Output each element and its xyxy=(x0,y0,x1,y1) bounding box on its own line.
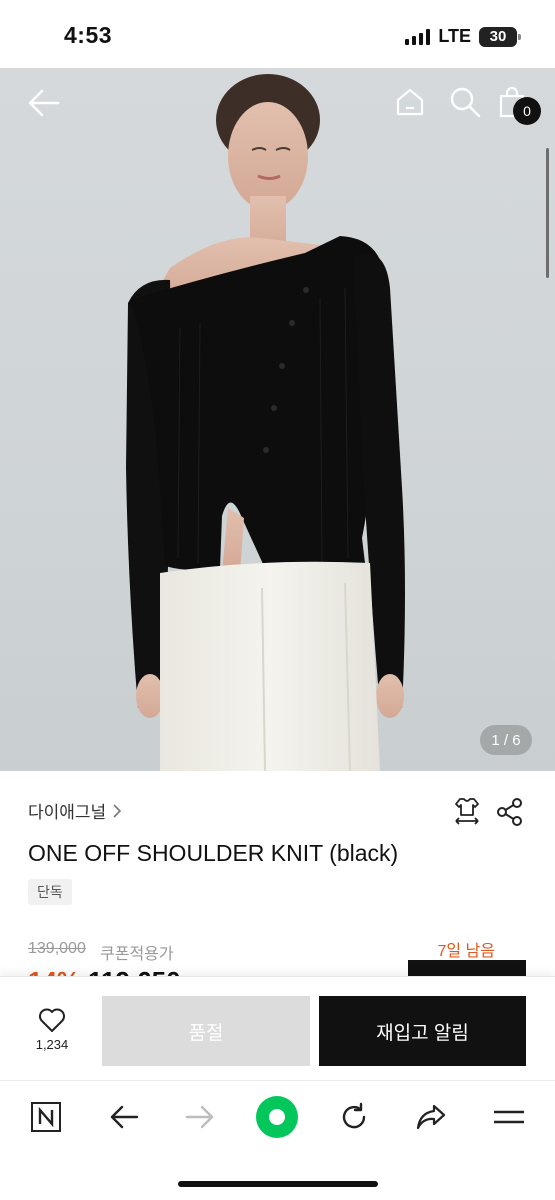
status-indicators: LTE 30 xyxy=(405,26,521,47)
heart-icon xyxy=(39,1008,65,1032)
browser-forward-button[interactable] xyxy=(178,1095,222,1139)
model-photo xyxy=(126,74,405,771)
network-label: LTE xyxy=(438,26,471,46)
image-pager: 1 / 6 xyxy=(480,725,532,755)
browser-back-button[interactable] xyxy=(102,1095,146,1139)
home-indicator[interactable] xyxy=(178,1181,378,1187)
scrollbar[interactable] xyxy=(546,148,549,278)
brand-link[interactable]: 다이애그널 xyxy=(28,798,122,823)
exclusive-badge: 단독 xyxy=(28,879,72,905)
brand-name: 다이애그널 xyxy=(28,803,107,822)
green-dot-button[interactable] xyxy=(253,1093,301,1141)
product-image[interactable] xyxy=(0,68,555,771)
arrow-left-icon[interactable] xyxy=(26,88,60,118)
chevron-right-icon xyxy=(113,803,122,818)
reload-icon xyxy=(342,1102,366,1129)
naver-n-icon xyxy=(31,1102,61,1132)
green-dot-icon xyxy=(256,1096,298,1138)
hamburger-menu-icon xyxy=(494,1110,524,1124)
restock-alert-button[interactable]: 재입고 알림 xyxy=(319,996,526,1066)
cart-count-badge[interactable]: 0 xyxy=(513,97,541,125)
days-left-label: 7일 남음 xyxy=(437,943,495,960)
search-icon[interactable] xyxy=(449,86,481,118)
status-time: 4:53 xyxy=(64,22,113,48)
signal-icon xyxy=(405,28,431,45)
soldout-button[interactable]: 품절 xyxy=(102,996,310,1066)
like-button[interactable]: 1,234 xyxy=(24,1007,80,1067)
share-arrow-icon xyxy=(416,1104,446,1130)
arrow-right-icon xyxy=(185,1105,214,1129)
reload-button[interactable] xyxy=(332,1095,376,1139)
share-page-button[interactable] xyxy=(409,1095,453,1139)
like-count: 1,234 xyxy=(35,1037,69,1052)
purchase-bar: 1,234 품절 재입고 알림 xyxy=(0,976,555,1080)
product-title: ONE OFF SHOULDER KNIT (black) xyxy=(28,840,399,866)
naver-home-button[interactable] xyxy=(24,1095,68,1139)
battery-icon: 30 xyxy=(479,26,521,47)
home-icon[interactable] xyxy=(394,86,426,118)
arrow-left-icon xyxy=(110,1105,139,1129)
share-icon[interactable] xyxy=(496,797,524,827)
menu-button[interactable] xyxy=(487,1095,531,1139)
size-guide-icon[interactable] xyxy=(452,796,482,826)
status-bar: 4:53 LTE 30 xyxy=(0,0,555,68)
original-price: 139,000 xyxy=(28,940,86,957)
